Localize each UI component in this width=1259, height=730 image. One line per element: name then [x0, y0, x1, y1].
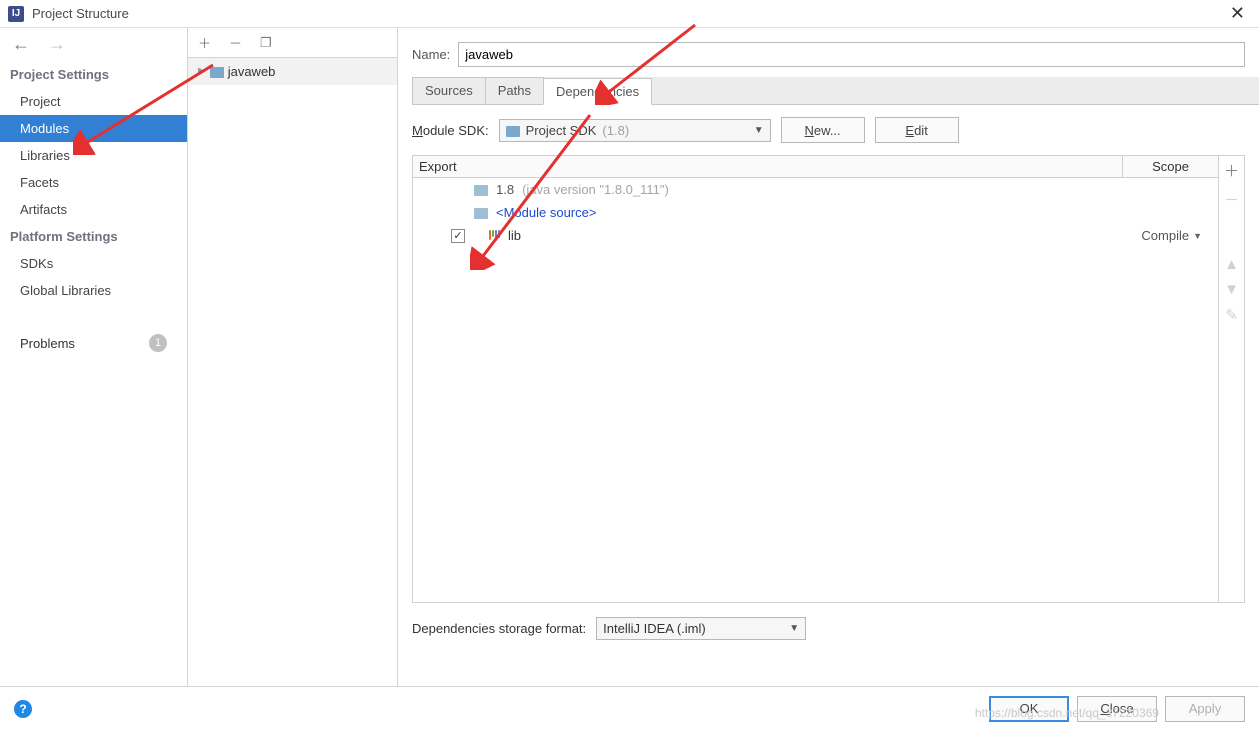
section-project-settings: Project Settings — [0, 61, 187, 88]
nav-artifacts[interactable]: Artifacts — [0, 196, 187, 223]
deps-header: Export Scope — [413, 156, 1218, 178]
forward-icon[interactable]: → — [48, 34, 66, 55]
tab-paths[interactable]: Paths — [485, 77, 544, 104]
module-tree-panel: ＋ － ❐ ▶ javaweb — [188, 28, 398, 700]
move-down-icon[interactable]: ▼ — [1224, 281, 1239, 298]
chevron-down-icon: ▼ — [789, 623, 799, 634]
tree-item-label: javaweb — [228, 64, 276, 79]
folder-icon — [474, 208, 488, 219]
dep-row-lib[interactable]: ✓ lib Compile▼ — [413, 224, 1218, 247]
scope-select[interactable]: Compile▼ — [1141, 228, 1210, 243]
nav-modules[interactable]: Modules — [0, 115, 187, 142]
close-button[interactable]: Close — [1077, 696, 1157, 722]
dep-row-module-source[interactable]: <Module source> — [413, 201, 1218, 224]
copy-module-icon[interactable]: ❐ — [260, 35, 272, 51]
folder-icon — [210, 67, 224, 78]
back-icon[interactable]: ← — [12, 34, 30, 55]
remove-dep-icon[interactable]: － — [1224, 189, 1239, 210]
col-export[interactable]: Export — [413, 156, 1123, 177]
dep-row-sdk[interactable]: 1.8 (java version "1.8.0_111") — [413, 178, 1218, 201]
module-sdk-label: Module SDK: — [412, 123, 489, 138]
name-input[interactable] — [458, 42, 1245, 67]
folder-icon — [506, 126, 520, 137]
close-icon[interactable]: ✕ — [1224, 3, 1251, 24]
storage-format-row: Dependencies storage format: IntelliJ ID… — [398, 603, 1259, 654]
help-icon[interactable]: ? — [14, 700, 32, 718]
folder-icon — [474, 185, 488, 196]
remove-module-icon[interactable]: － — [229, 33, 242, 52]
dialog-footer: ? OK Close Apply — [0, 686, 1259, 730]
history-nav: ← → — [0, 28, 187, 61]
nav-libraries[interactable]: Libraries — [0, 142, 187, 169]
library-icon — [489, 230, 500, 241]
tab-dependencies[interactable]: Dependencies — [543, 78, 652, 105]
module-detail-panel: Name: Sources Paths Dependencies Module … — [398, 28, 1259, 700]
problems-badge: 1 — [149, 334, 167, 352]
edit-sdk-button[interactable]: Edit — [875, 117, 959, 143]
ok-button[interactable]: OK — [989, 696, 1069, 722]
dependencies-table: Export Scope 1.8 (java version "1.8.0_11… — [412, 155, 1245, 603]
export-checkbox[interactable]: ✓ — [451, 229, 465, 243]
move-up-icon[interactable]: ▲ — [1224, 256, 1239, 273]
add-dep-icon[interactable]: ＋ — [1224, 160, 1239, 181]
nav-problems[interactable]: Problems 1 — [0, 328, 187, 358]
storage-format-select[interactable]: IntelliJ IDEA (.iml) ▼ — [596, 617, 806, 640]
nav-project[interactable]: Project — [0, 88, 187, 115]
add-module-icon[interactable]: ＋ — [198, 33, 211, 52]
tab-sources[interactable]: Sources — [412, 77, 486, 104]
new-sdk-button[interactable]: New... — [781, 117, 865, 143]
storage-label: Dependencies storage format: — [412, 621, 586, 636]
sidebar: ← → Project Settings Project Modules Lib… — [0, 28, 188, 700]
nav-sdks[interactable]: SDKs — [0, 250, 187, 277]
nav-facets[interactable]: Facets — [0, 169, 187, 196]
edit-dep-icon[interactable]: ✎ — [1225, 306, 1238, 324]
col-scope[interactable]: Scope — [1123, 156, 1218, 177]
dep-lib-label: lib — [508, 228, 521, 243]
chevron-down-icon: ▼ — [754, 125, 764, 136]
name-row: Name: — [398, 28, 1259, 77]
name-label: Name: — [412, 47, 450, 62]
module-sdk-select[interactable]: Project SDK (1.8) ▼ — [499, 119, 771, 142]
window-title: Project Structure — [32, 6, 129, 21]
nav-problems-label: Problems — [20, 336, 75, 351]
module-toolbar: ＋ － ❐ — [188, 28, 397, 58]
chevron-right-icon[interactable]: ▶ — [198, 66, 206, 77]
nav-global-libraries[interactable]: Global Libraries — [0, 277, 187, 304]
deps-side-toolbar: ＋ － ▲ ▼ ✎ — [1218, 156, 1244, 602]
tree-item-javaweb[interactable]: ▶ javaweb — [188, 58, 397, 85]
module-tabs: Sources Paths Dependencies — [412, 77, 1259, 105]
module-sdk-row: Module SDK: Project SDK (1.8) ▼ New... E… — [398, 105, 1259, 155]
section-platform-settings: Platform Settings — [0, 223, 187, 250]
chevron-down-icon: ▼ — [1193, 231, 1202, 241]
titlebar: IJ Project Structure ✕ — [0, 0, 1259, 28]
apply-button[interactable]: Apply — [1165, 696, 1245, 722]
app-icon: IJ — [8, 6, 24, 22]
